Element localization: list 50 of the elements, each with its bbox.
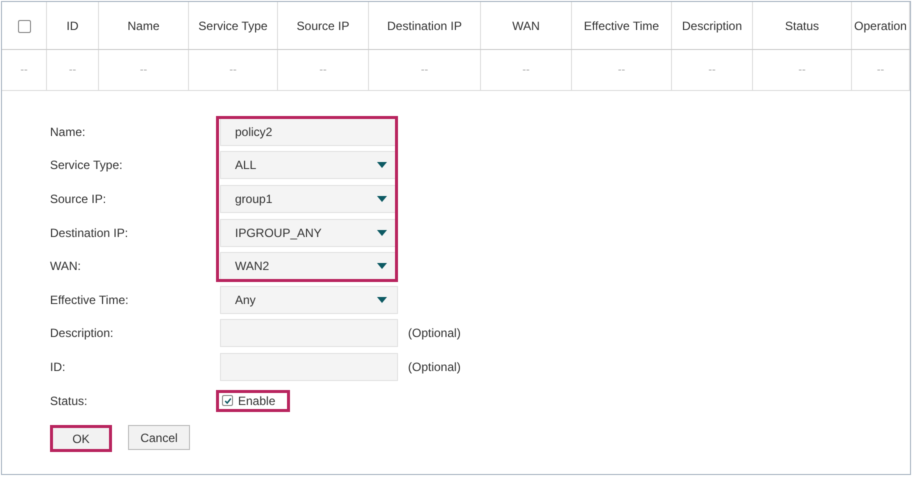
column-header: Service Type [198, 18, 268, 32]
input-field[interactable] [220, 352, 398, 381]
caret-icon [377, 230, 387, 236]
input-field[interactable]: policy2 [220, 118, 398, 146]
optional-note: (Optional) [408, 326, 461, 340]
table-cell: -- [708, 64, 716, 76]
column-header: Name [127, 18, 160, 32]
caret-icon [377, 263, 387, 270]
dropdown[interactable]: group1 [220, 184, 398, 213]
dropdown[interactable]: Any [220, 286, 398, 314]
field-label: Effective Time: [50, 292, 130, 307]
field-label: Status: [50, 394, 88, 408]
select-all-checkbox[interactable] [18, 20, 30, 33]
dialog-button[interactable]: OK [50, 425, 112, 452]
field-label: Name: [50, 124, 86, 139]
caret-icon [377, 196, 387, 202]
field-label: Description: [50, 326, 114, 340]
column-header: Source IP [296, 18, 350, 32]
caret-icon [377, 296, 387, 303]
column-header: Description [682, 18, 742, 32]
table-cell: -- [319, 64, 327, 76]
dropdown[interactable]: ALL [220, 151, 398, 180]
dropdown[interactable]: WAN2 [220, 252, 398, 280]
table-cell: -- [140, 64, 148, 76]
dialog-button[interactable]: Cancel [128, 425, 190, 450]
caret-icon [377, 162, 387, 168]
column-header: Operation [854, 18, 907, 32]
column-header: Status [784, 18, 820, 32]
table-cell: -- [420, 64, 428, 76]
table-cell: -- [229, 64, 237, 76]
field-label: Service Type: [50, 158, 124, 172]
input-field[interactable] [220, 319, 398, 348]
table-cell: -- [618, 64, 626, 76]
table-cell: -- [68, 64, 76, 76]
optional-note: (Optional) [408, 360, 461, 374]
check-icon [224, 396, 232, 405]
table-cell: -- [876, 64, 884, 76]
field-label: WAN: [50, 259, 82, 274]
enable-checkbox[interactable]: Enable [216, 390, 290, 412]
column-header: Destination IP [387, 18, 462, 32]
table-cell: -- [20, 64, 28, 76]
dropdown[interactable]: IPGROUP_ANY [220, 218, 398, 247]
column-header: ID [66, 18, 78, 32]
field-label: Destination IP: [50, 226, 130, 240]
field-label: Source IP: [50, 192, 108, 206]
column-header: WAN [512, 18, 540, 32]
table-cell: -- [522, 64, 530, 76]
column-header: Effective Time [584, 18, 660, 32]
field-label: ID: [50, 360, 66, 374]
table-cell: -- [798, 64, 806, 76]
